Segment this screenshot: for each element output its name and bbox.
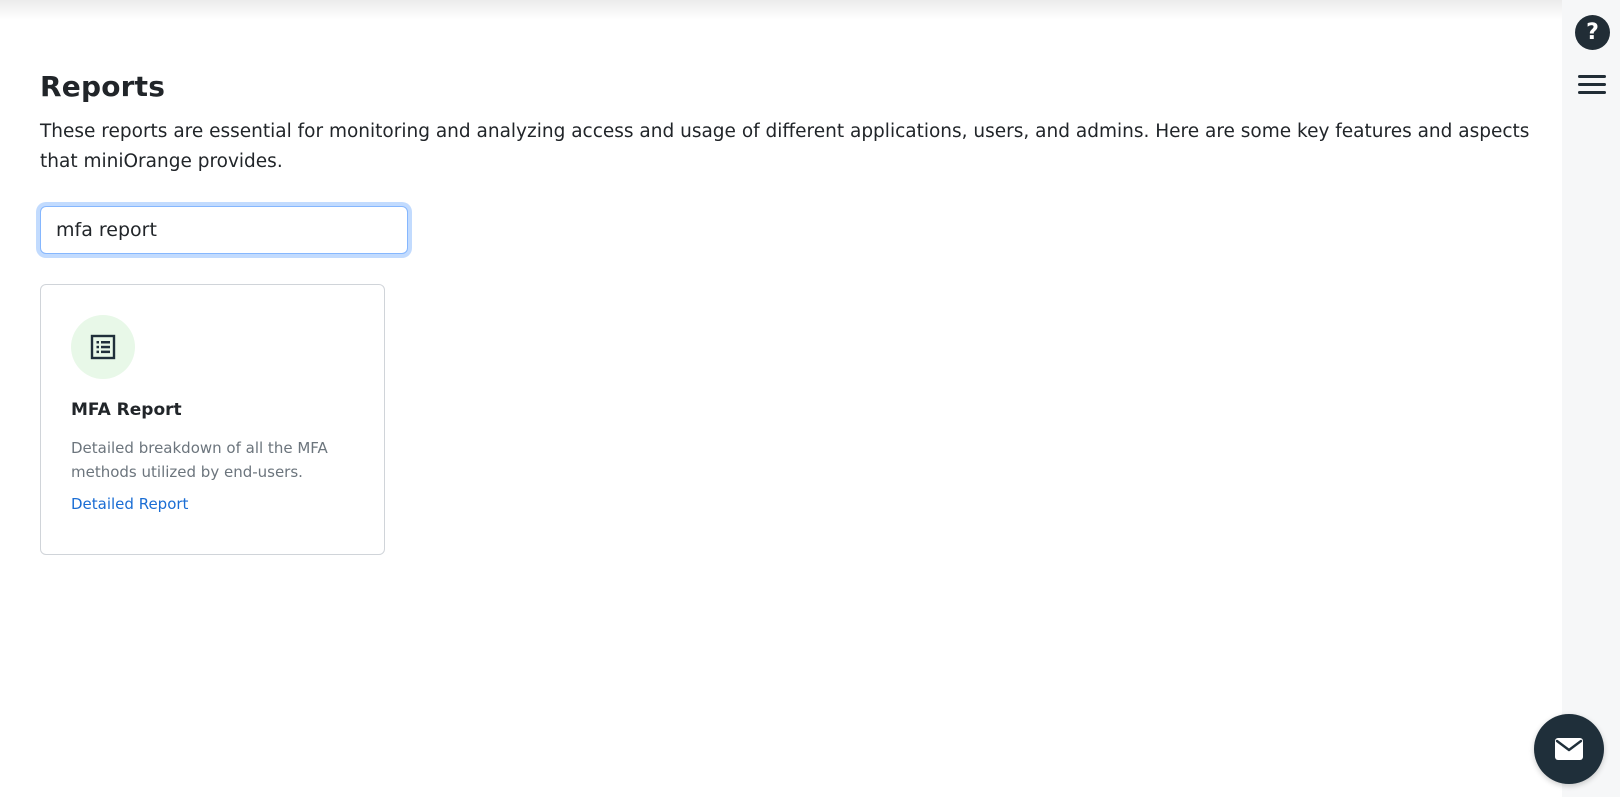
search-field-wrapper	[40, 206, 408, 254]
card-title: MFA Report	[71, 400, 182, 420]
right-rail: ?	[1562, 0, 1620, 797]
help-glyph: ?	[1586, 20, 1599, 45]
hamburger-menu-icon[interactable]	[1578, 72, 1606, 96]
card-description: Detailed breakdown of all the MFA method…	[71, 439, 328, 481]
detailed-report-link[interactable]: Detailed Report	[71, 495, 188, 513]
top-shadow	[0, 0, 1562, 20]
envelope-glyph	[1555, 738, 1583, 760]
list-report-icon	[71, 315, 135, 379]
menu-bar-top	[1578, 75, 1606, 78]
menu-bar-bottom	[1578, 91, 1606, 94]
page-description: These reports are essential for monitori…	[40, 121, 1530, 172]
question-circle-icon[interactable]: ?	[1575, 15, 1610, 50]
page-title: Reports	[40, 70, 166, 103]
envelope-icon[interactable]	[1534, 714, 1604, 784]
menu-bar-middle	[1578, 83, 1606, 86]
search-input[interactable]	[41, 207, 407, 253]
report-card-mfa[interactable]: MFA Report Detailed breakdown of all the…	[40, 284, 385, 555]
